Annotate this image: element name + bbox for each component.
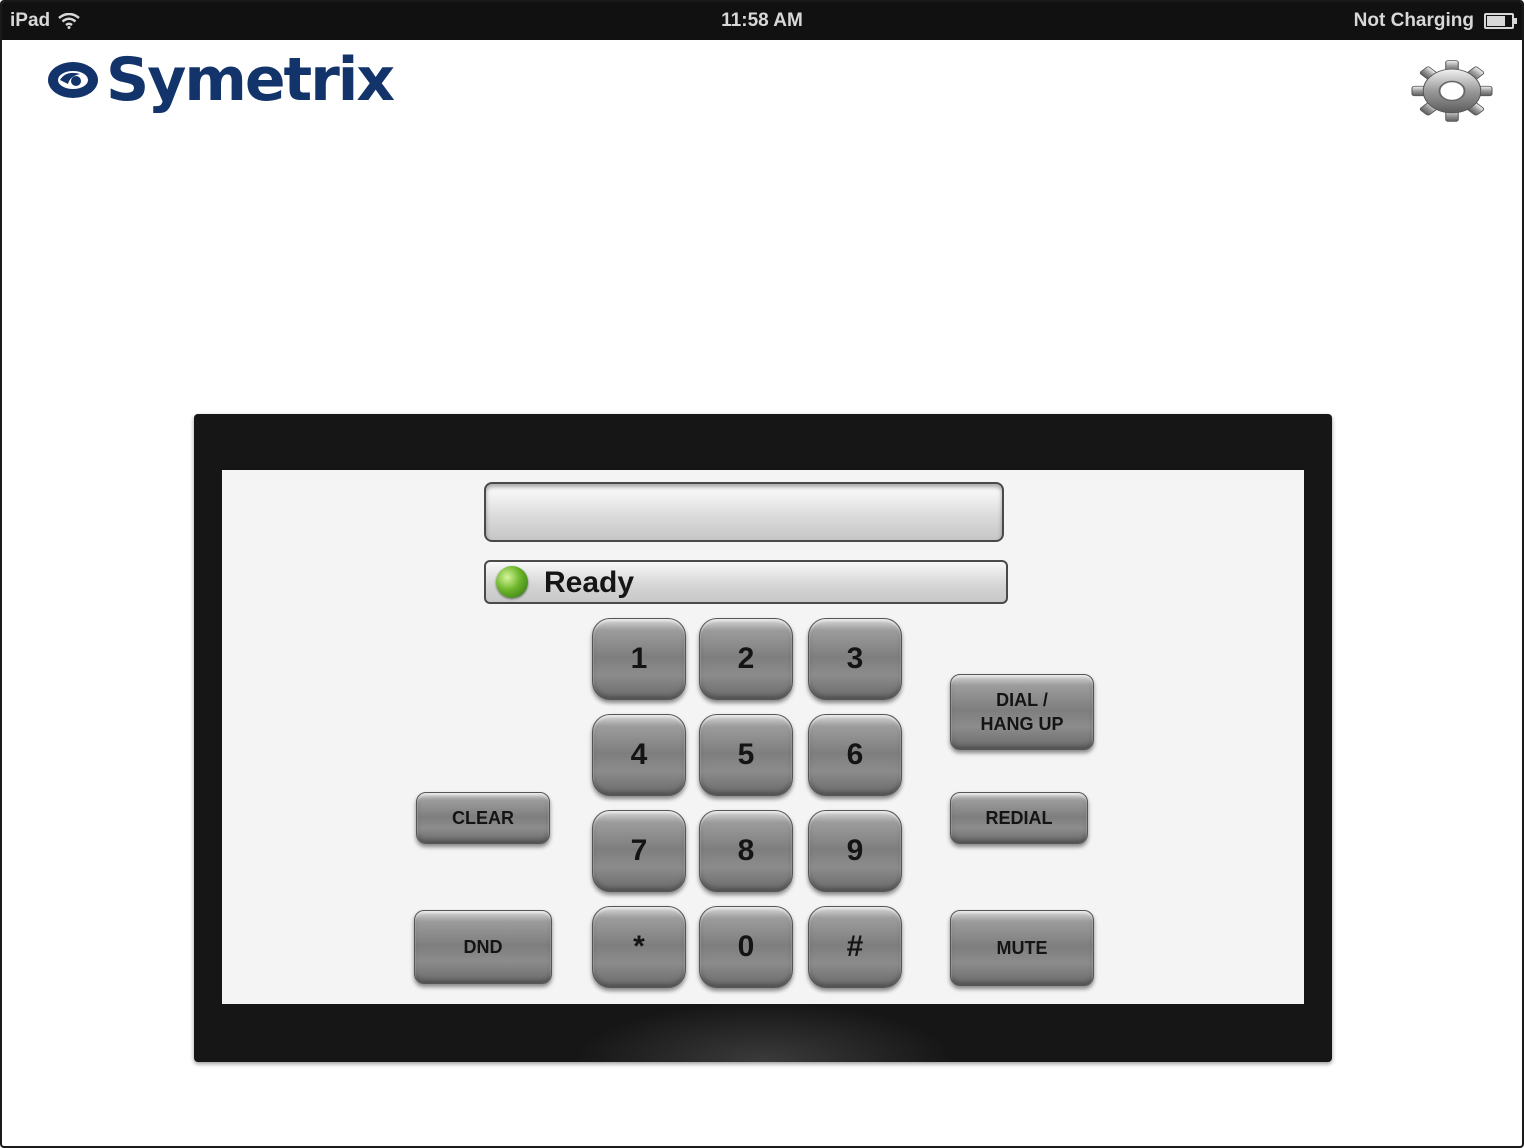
battery-icon: [1484, 13, 1517, 29]
dial-number-display[interactable]: [484, 482, 1004, 542]
status-led-icon: [496, 566, 528, 598]
key-1[interactable]: 1: [592, 618, 686, 700]
key-2[interactable]: 2: [699, 618, 793, 700]
key-6[interactable]: 6: [808, 714, 902, 796]
symetrix-logo: Symetrix: [46, 45, 395, 115]
redial-button[interactable]: REDIAL: [950, 792, 1088, 844]
dialer-panel: Ready 1 2 3 4 5 6 7 8 9 * 0 # CLEAR DND …: [194, 414, 1332, 1062]
key-8[interactable]: 8: [699, 810, 793, 892]
charging-status: Not Charging: [1353, 10, 1474, 31]
dnd-button[interactable]: DND: [414, 910, 552, 984]
key-3[interactable]: 3: [808, 618, 902, 700]
key-4[interactable]: 4: [592, 714, 686, 796]
key-7[interactable]: 7: [592, 810, 686, 892]
call-status-field: Ready: [484, 560, 1008, 604]
key-9[interactable]: 9: [808, 810, 902, 892]
clock: 11:58 AM: [721, 10, 803, 31]
app-window: iPad 11:58 AM Not Charging Symetrix Read…: [0, 0, 1524, 1148]
key-hash[interactable]: #: [808, 906, 902, 988]
status-right: Not Charging: [1353, 10, 1517, 32]
logo-text: Symetrix: [106, 45, 395, 115]
panel-glow: [574, 1002, 954, 1062]
battery-level: [1487, 16, 1505, 26]
dial-hang-up-button[interactable]: DIAL / HANG UP: [950, 674, 1094, 750]
call-status-text: Ready: [544, 566, 635, 599]
mute-button[interactable]: MUTE: [950, 910, 1094, 986]
key-5[interactable]: 5: [699, 714, 793, 796]
ios-status-bar: iPad 11:58 AM Not Charging: [2, 2, 1522, 40]
key-0[interactable]: 0: [699, 906, 793, 988]
dialer-screen: Ready 1 2 3 4 5 6 7 8 9 * 0 # CLEAR DND …: [222, 470, 1304, 1004]
key-star[interactable]: *: [592, 906, 686, 988]
settings-gear-icon[interactable]: [1408, 56, 1496, 126]
symetrix-swirl-icon: [48, 62, 98, 98]
clear-button[interactable]: CLEAR: [416, 792, 550, 844]
